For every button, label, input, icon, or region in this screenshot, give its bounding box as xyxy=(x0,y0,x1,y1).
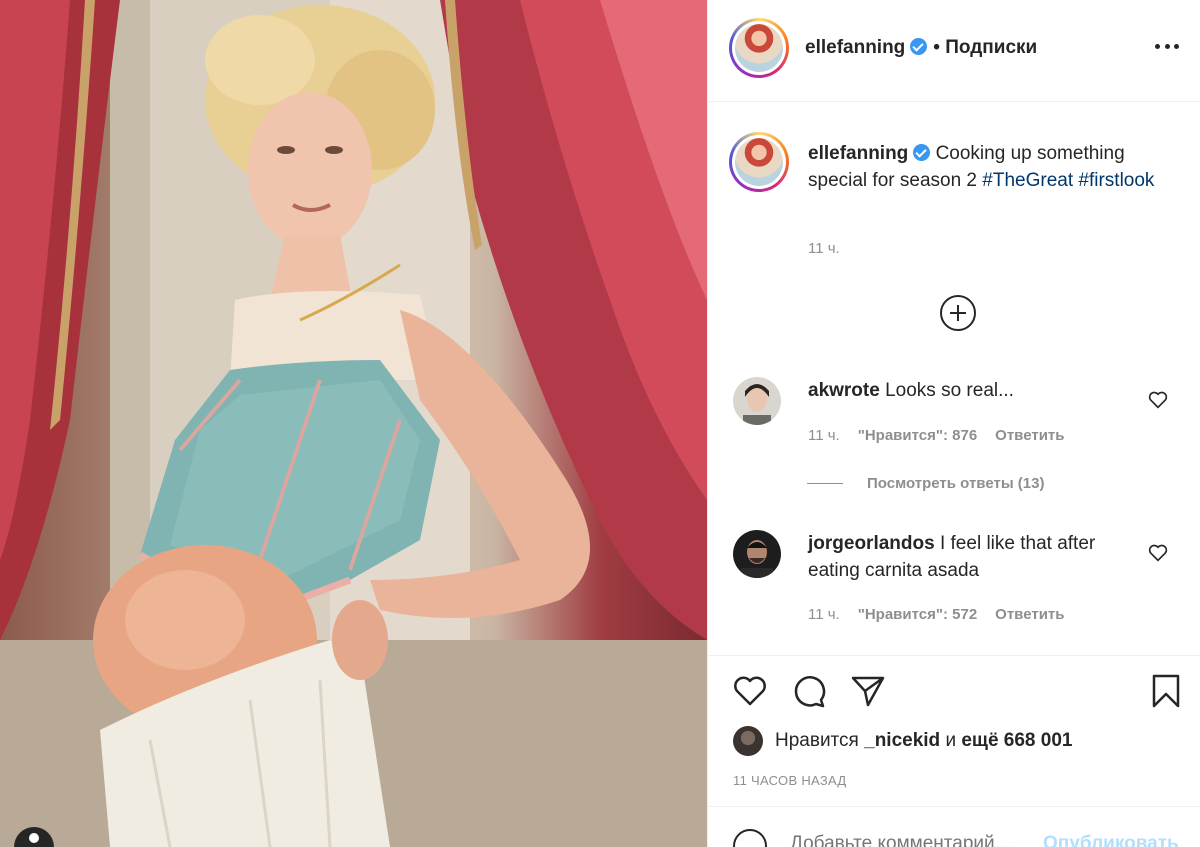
caption-text: ellefanning Cooking up something special… xyxy=(808,140,1178,194)
post-actions: Нравится _nicekid и ещё 668 001 11 ЧАСОВ… xyxy=(708,655,1200,847)
post-photo[interactable] xyxy=(0,0,707,847)
post-header: ellefanning • Подписки xyxy=(708,0,1200,102)
comment-likes[interactable]: "Нравится": 876 xyxy=(858,427,977,444)
divider xyxy=(807,483,843,484)
liker-avatar[interactable] xyxy=(733,726,763,756)
comment-time: 11 ч. xyxy=(808,427,840,444)
comment-username[interactable]: akwrote xyxy=(808,380,880,401)
heart-icon[interactable] xyxy=(1148,544,1168,562)
comment-icon[interactable] xyxy=(791,673,827,709)
bookmark-icon[interactable] xyxy=(1148,673,1184,709)
likes-conj: и xyxy=(945,730,957,751)
commenter-avatar[interactable] xyxy=(733,377,781,425)
likes-count[interactable]: ещё 668 001 xyxy=(961,726,1072,756)
caption-time: 11 ч. xyxy=(808,240,840,257)
caption-avatar[interactable] xyxy=(729,132,789,192)
comment-likes[interactable]: "Нравится": 572 xyxy=(858,606,977,623)
comment-username[interactable]: jorgeorlandos xyxy=(808,533,935,554)
commenter-avatar[interactable] xyxy=(733,530,781,578)
comment-time: 11 ч. xyxy=(808,606,840,623)
emoji-icon[interactable] xyxy=(733,829,767,847)
comment-input[interactable] xyxy=(790,833,1030,847)
likes-summary: Нравится _nicekid и ещё 668 001 xyxy=(733,726,1072,756)
posted-timestamp: 11 ЧАСОВ НАЗАД xyxy=(733,773,847,788)
post-details-panel: ellefanning • Подписки ellefanning Cookin… xyxy=(707,0,1200,847)
view-replies-button[interactable]: Посмотреть ответы (13) xyxy=(807,475,1044,492)
verified-badge-icon xyxy=(913,144,931,161)
reply-button[interactable]: Ответить xyxy=(995,606,1064,623)
photo-illustration xyxy=(0,0,707,847)
more-icon[interactable] xyxy=(1155,41,1179,51)
add-comment-bar: Опубликовать xyxy=(708,806,1200,847)
author-username[interactable]: ellefanning xyxy=(805,37,905,58)
caption-username[interactable]: ellefanning xyxy=(808,143,908,164)
share-icon[interactable] xyxy=(850,673,886,709)
plus-circle-icon[interactable] xyxy=(940,295,976,331)
heart-icon[interactable] xyxy=(732,673,768,709)
hashtag-link[interactable]: #firstlook xyxy=(1078,170,1154,191)
liker-username[interactable]: _nicekid xyxy=(864,726,940,756)
author-avatar[interactable] xyxy=(729,18,789,78)
view-replies-label[interactable]: Посмотреть ответы (13) xyxy=(867,475,1044,492)
likes-prefix: Нравится xyxy=(775,730,859,751)
heart-icon[interactable] xyxy=(1148,391,1168,409)
hashtag-link[interactable]: #TheGreat xyxy=(982,170,1073,191)
comment-text: Looks so real... xyxy=(885,380,1014,401)
follow-status[interactable]: • Подписки xyxy=(933,37,1037,58)
post-comment-button[interactable]: Опубликовать xyxy=(1043,833,1179,847)
reply-button[interactable]: Ответить xyxy=(995,427,1064,444)
verified-badge-icon xyxy=(910,38,928,55)
